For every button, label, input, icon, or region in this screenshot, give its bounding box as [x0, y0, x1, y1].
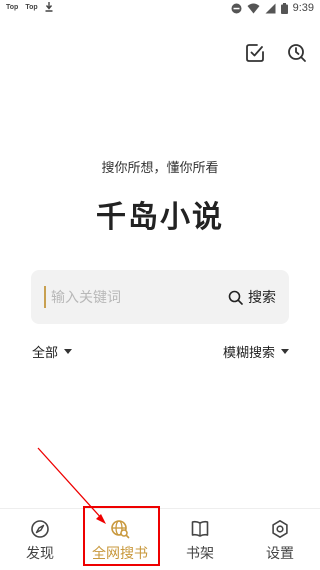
checkin-icon	[246, 44, 264, 62]
nav-bookshelf[interactable]: 书架	[160, 513, 240, 567]
notification-top-2: Top	[25, 3, 38, 11]
scope-dropdown-label: 全部	[32, 346, 59, 361]
notification-icons: Top Top	[6, 2, 53, 12]
search-button[interactable]: 搜索	[228, 287, 276, 307]
book-icon	[191, 520, 209, 537]
status-bar: Top Top 9:39	[0, 0, 320, 20]
system-icons: 9:39	[231, 2, 314, 14]
history-button[interactable]	[286, 42, 308, 64]
caret-down-icon	[64, 349, 73, 354]
text-caret	[44, 286, 46, 308]
wifi-icon	[247, 3, 260, 13]
nav-settings[interactable]: 设置	[240, 513, 320, 567]
bottom-nav: 发现 全网搜书 书架 设置	[0, 508, 320, 570]
dnd-icon	[231, 3, 242, 13]
search-input[interactable]	[49, 282, 223, 314]
notification-top-1: Top	[6, 3, 19, 11]
search-box: 搜索	[31, 270, 289, 324]
caret-down-icon	[281, 349, 289, 354]
search-mode-dropdown[interactable]: 模糊搜索	[223, 342, 289, 361]
nav-discover-label: 发现	[26, 546, 54, 562]
search-icon	[228, 290, 243, 305]
compass-icon	[31, 520, 49, 538]
search-button-label: 搜索	[248, 290, 276, 306]
clock: 9:39	[292, 2, 314, 14]
gear-icon	[272, 520, 288, 538]
app-title: 千岛小说	[96, 200, 224, 235]
history-clock-icon	[288, 44, 306, 62]
nav-discover[interactable]: 发现	[0, 513, 80, 567]
scope-dropdown[interactable]: 全部	[32, 342, 73, 361]
annotation-highlight-box	[83, 506, 160, 566]
search-mode-label: 模糊搜索	[222, 346, 275, 361]
nav-bookshelf-label: 书架	[186, 546, 214, 562]
signal-icon	[265, 3, 276, 13]
download-icon	[45, 2, 53, 12]
battery-icon	[280, 2, 288, 14]
checkin-button[interactable]	[244, 42, 266, 64]
nav-settings-label: 设置	[266, 546, 294, 562]
header-actions	[244, 42, 308, 64]
slogan: 搜你所想，懂你所看	[101, 161, 219, 176]
